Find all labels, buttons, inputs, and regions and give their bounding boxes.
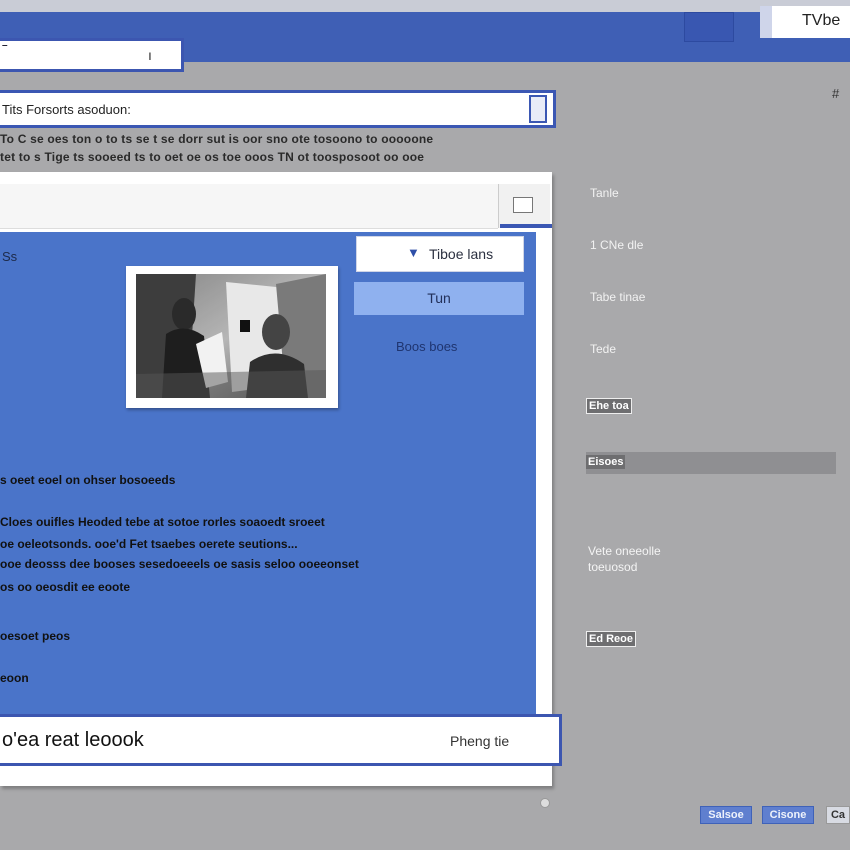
description-line-1: To C se oes ton o to ts se t se dorr sut… bbox=[0, 132, 434, 146]
sidebar-item-1[interactable]: Tanle bbox=[590, 186, 619, 200]
panel-input-field[interactable] bbox=[0, 184, 498, 229]
sidebar-tag-3[interactable]: Ed Reoe bbox=[586, 631, 637, 647]
panel-underline bbox=[500, 224, 552, 228]
input-mark: – bbox=[2, 40, 8, 51]
footer-button-3[interactable]: Ca bbox=[826, 806, 850, 824]
photo-image bbox=[136, 274, 326, 398]
message-input-action[interactable]: Pheng tie bbox=[450, 733, 509, 749]
dropdown-label: Tiboe lans bbox=[429, 246, 494, 262]
panel-input-button[interactable] bbox=[498, 184, 550, 228]
dropdown-arrow-icon: ▼ bbox=[407, 245, 420, 260]
primary-button[interactable]: Tun bbox=[354, 282, 524, 315]
footer-button-1[interactable]: Salsoe bbox=[700, 806, 752, 824]
sidebar-item-2[interactable]: 1 CNe dle bbox=[590, 238, 643, 252]
window-icon bbox=[513, 197, 533, 213]
photo-thumbnail[interactable] bbox=[126, 266, 338, 408]
text-cursor-icon: ı bbox=[148, 47, 152, 63]
more-link[interactable]: Boos boes bbox=[396, 339, 457, 354]
filter-dropdown[interactable]: ▼ Tiboe lans bbox=[356, 236, 524, 272]
top-address-input[interactable]: – ı bbox=[0, 38, 184, 72]
body-text-4: ooe deosss dee booses sesedoeeels oe sas… bbox=[0, 557, 359, 571]
top-right-button[interactable] bbox=[684, 12, 734, 42]
sidebar-item-7-line2: toeuosod bbox=[588, 560, 638, 574]
body-text-6: oesoet peos bbox=[0, 629, 71, 643]
sidebar-tag-1[interactable]: Ehe toa bbox=[586, 398, 632, 414]
message-input[interactable]: o'ea reat leoook Pheng tie bbox=[0, 714, 562, 766]
corner-mark: # bbox=[832, 86, 840, 101]
sidebar-item-7[interactable]: Vete oneeolle toeuosod bbox=[588, 543, 661, 575]
top-right-tab[interactable]: TVbe bbox=[760, 6, 850, 38]
body-text-7: eoon bbox=[0, 671, 29, 685]
resize-handle[interactable] bbox=[540, 798, 550, 808]
content-edge bbox=[536, 232, 544, 716]
search-scroll-icon[interactable] bbox=[529, 95, 547, 123]
content-label: Ss bbox=[2, 249, 18, 264]
footer-button-2[interactable]: Cisone bbox=[762, 806, 814, 824]
body-text-1: s oeet eoel on ohser bosoeeds bbox=[0, 473, 176, 487]
sidebar-tag-2[interactable]: Eisoes bbox=[586, 455, 626, 469]
body-text-3: oe oeleotsonds. ooe'd Fet tsaebes oerete… bbox=[0, 537, 298, 551]
search-value: Tits Forsorts asoduon: bbox=[2, 102, 131, 117]
description-line-2: tet to s Tige ts sooeed ts to oet oe os … bbox=[0, 150, 425, 164]
search-input[interactable]: Tits Forsorts asoduon: bbox=[0, 90, 556, 128]
message-input-value: o'ea reat leoook bbox=[2, 729, 144, 751]
body-text-5: os oo oeosdit ee eoote bbox=[0, 580, 131, 594]
sidebar-item-3[interactable]: Tabe tinae bbox=[590, 290, 645, 304]
sidebar-item-4[interactable]: Tede bbox=[590, 342, 616, 356]
body-text-2: Cloes ouifles Heoded tebe at sotoe rorle… bbox=[0, 515, 325, 529]
sidebar-item-7-line1: Vete oneeolle bbox=[588, 544, 661, 558]
top-strip bbox=[0, 0, 850, 12]
